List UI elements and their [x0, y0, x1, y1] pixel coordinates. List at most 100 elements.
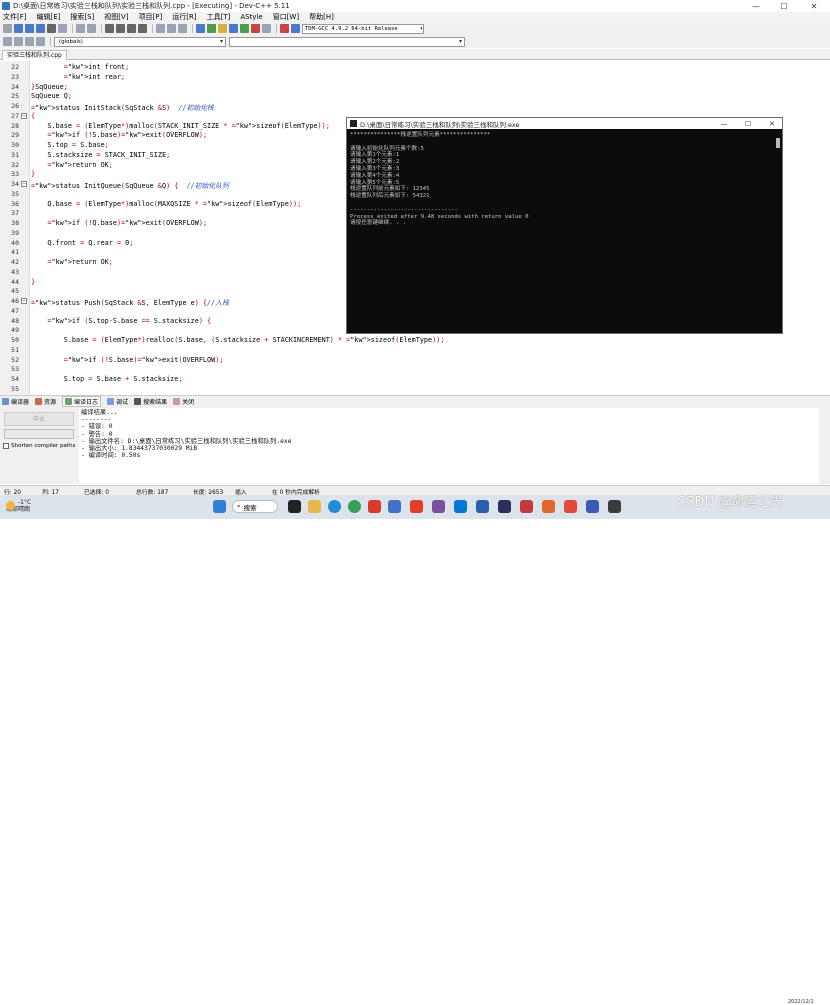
line-number: 46	[11, 297, 19, 305]
close-panel-icon	[173, 398, 181, 405]
shorten-paths-option[interactable]: Shorten compiler paths	[3, 443, 75, 449]
minimize-button[interactable]: —	[742, 0, 770, 12]
line-number: 40	[11, 238, 19, 247]
fold-toggle-icon[interactable]: −	[21, 112, 27, 119]
menu-file[interactable]: 文件[F]	[3, 12, 27, 22]
code-line: ="kw">if (S.top-S.base == S.stacksize) {	[47, 316, 212, 325]
save-all-icon[interactable]	[36, 24, 45, 33]
compile-icon[interactable]	[196, 24, 205, 33]
run-icon[interactable]	[207, 24, 216, 33]
goto-line-icon[interactable]	[127, 24, 136, 33]
store-icon[interactable]	[388, 500, 401, 513]
chrome-icon[interactable]	[348, 500, 361, 513]
file-tab[interactable]: 实验三栈和队列.cpp	[2, 50, 67, 60]
console-maximize-button[interactable]: ☐	[737, 118, 759, 129]
profile-icon[interactable]	[280, 24, 289, 33]
menu-help[interactable]: 帮助[H]	[309, 12, 334, 22]
console-line: --------------------------------	[350, 206, 458, 213]
maximize-button[interactable]: ☐	[770, 0, 798, 12]
redo-icon[interactable]	[87, 24, 96, 33]
tab-debug[interactable]: 调试	[107, 397, 128, 406]
toolbar-separator	[72, 24, 73, 33]
console-output: ***************栈逆置队列元素*************** 请输…	[347, 129, 782, 227]
edge-icon[interactable]	[328, 500, 341, 513]
app-icon-orange[interactable]	[542, 500, 555, 513]
console-scrollbar[interactable]	[776, 138, 780, 148]
line-number: 54	[11, 375, 19, 383]
console-minimize-button[interactable]: —	[713, 118, 735, 129]
print-icon[interactable]	[58, 24, 67, 33]
code-line: ="kw">if (!S.base)="kw">exit(OVERFLOW);	[47, 131, 208, 140]
office-icon[interactable]	[368, 500, 381, 513]
insert-icon[interactable]	[3, 37, 12, 46]
vscode-icon[interactable]	[454, 500, 467, 513]
tab-search-results[interactable]: 搜索结果	[134, 397, 167, 406]
app-icon-red-2[interactable]	[520, 500, 533, 513]
system-clock[interactable]: 2022/12/1	[788, 999, 814, 1005]
menu-window[interactable]: 窗口[W]	[273, 12, 299, 22]
goto-icon[interactable]	[138, 24, 147, 33]
compiler-select[interactable]: TDM-GCC 4.9.2 64-bit Release ▾	[302, 23, 424, 34]
indent-icon[interactable]	[25, 37, 34, 46]
menu-search[interactable]: 搜索[S]	[70, 12, 94, 22]
tab-compiler[interactable]: 编译器	[2, 397, 29, 406]
compile-log-output[interactable]: 编译结果... -------- - 错误: 0- 警告: 0- 输出文件名: D:…	[79, 408, 819, 483]
fold-toggle-icon[interactable]: −	[21, 181, 27, 187]
menu-run[interactable]: 运行[R]	[172, 12, 196, 22]
chart-icon[interactable]	[291, 24, 300, 33]
replace-icon[interactable]	[116, 24, 125, 33]
unindent-icon[interactable]	[36, 37, 45, 46]
line-number: 32	[11, 160, 19, 169]
console-taskbar-icon[interactable]	[608, 500, 621, 513]
check-syntax-icon[interactable]	[240, 24, 249, 33]
debug-icon[interactable]	[251, 24, 260, 33]
rebuild-icon[interactable]	[229, 24, 238, 33]
tab-compile-log[interactable]: 编译日志	[62, 396, 102, 407]
scope-select[interactable]: (globals) ▾	[54, 36, 226, 47]
console-window[interactable]: D:\桌面\日常练习\实验三栈和队列\实验三栈和队列.exe — ☐ ✕ ***…	[346, 117, 783, 334]
task-view-icon[interactable]	[288, 500, 301, 513]
compile-run-icon[interactable]	[218, 24, 227, 33]
menu-astyle[interactable]: AStyle	[240, 13, 262, 21]
file-explorer-icon[interactable]	[308, 500, 321, 513]
toggle-bookmark-icon[interactable]	[14, 37, 23, 46]
line-number: 45	[11, 287, 19, 296]
weather-widget[interactable]: -1°C 局部晴朗	[6, 499, 31, 513]
console-title-bar: D:\桌面\日常练习\实验三栈和队列\实验三栈和队列.exe — ☐ ✕	[347, 118, 782, 129]
menu-tools[interactable]: 工具[T]	[207, 12, 231, 22]
find-icon[interactable]	[105, 24, 114, 33]
menu-view[interactable]: 视图[V]	[104, 12, 128, 22]
toolbar-separator	[192, 24, 193, 33]
back-icon[interactable]	[156, 24, 165, 33]
tab-close[interactable]: 关闭	[173, 397, 194, 406]
console-line: 请按任意键继续. . .	[350, 220, 406, 227]
stop-icon[interactable]	[262, 24, 271, 33]
code-line: S.base = (ElemType*)malloc(STACK_INIT_SI…	[31, 121, 330, 130]
forward-icon[interactable]	[167, 24, 176, 33]
windows-start-icon[interactable]	[213, 500, 226, 513]
code-line: }	[31, 170, 36, 179]
new-file-icon[interactable]	[3, 24, 12, 33]
devcpp-app-icon	[2, 2, 10, 10]
undo-icon[interactable]	[76, 24, 85, 33]
console-close-button[interactable]: ✕	[761, 118, 783, 129]
app-icon-red-3[interactable]	[564, 500, 577, 513]
app-icon-purple[interactable]	[432, 500, 445, 513]
app-icon-red[interactable]	[410, 500, 423, 513]
tab-resources[interactable]: 资源	[35, 397, 56, 406]
fold-toggle-icon[interactable]: −	[21, 298, 27, 304]
photoshop-icon[interactable]	[498, 500, 511, 513]
bookmark-icon[interactable]	[178, 24, 187, 33]
devcpp-taskbar-icon[interactable]	[476, 500, 489, 513]
close-file-icon[interactable]	[47, 24, 56, 33]
menu-edit[interactable]: 编辑[E]	[37, 12, 61, 22]
taskbar-search[interactable]: ⌕ 搜索	[232, 500, 278, 513]
app-icon-blue[interactable]	[586, 500, 599, 513]
abort-button[interactable]: 中止	[4, 412, 74, 426]
close-button[interactable]: ✕	[800, 0, 828, 12]
open-file-icon[interactable]	[14, 24, 23, 33]
symbol-select[interactable]: ▾	[229, 36, 465, 47]
save-icon[interactable]	[25, 24, 34, 33]
shorten-paths-checkbox[interactable]	[3, 443, 9, 449]
menu-project[interactable]: 项目[P]	[139, 12, 163, 22]
